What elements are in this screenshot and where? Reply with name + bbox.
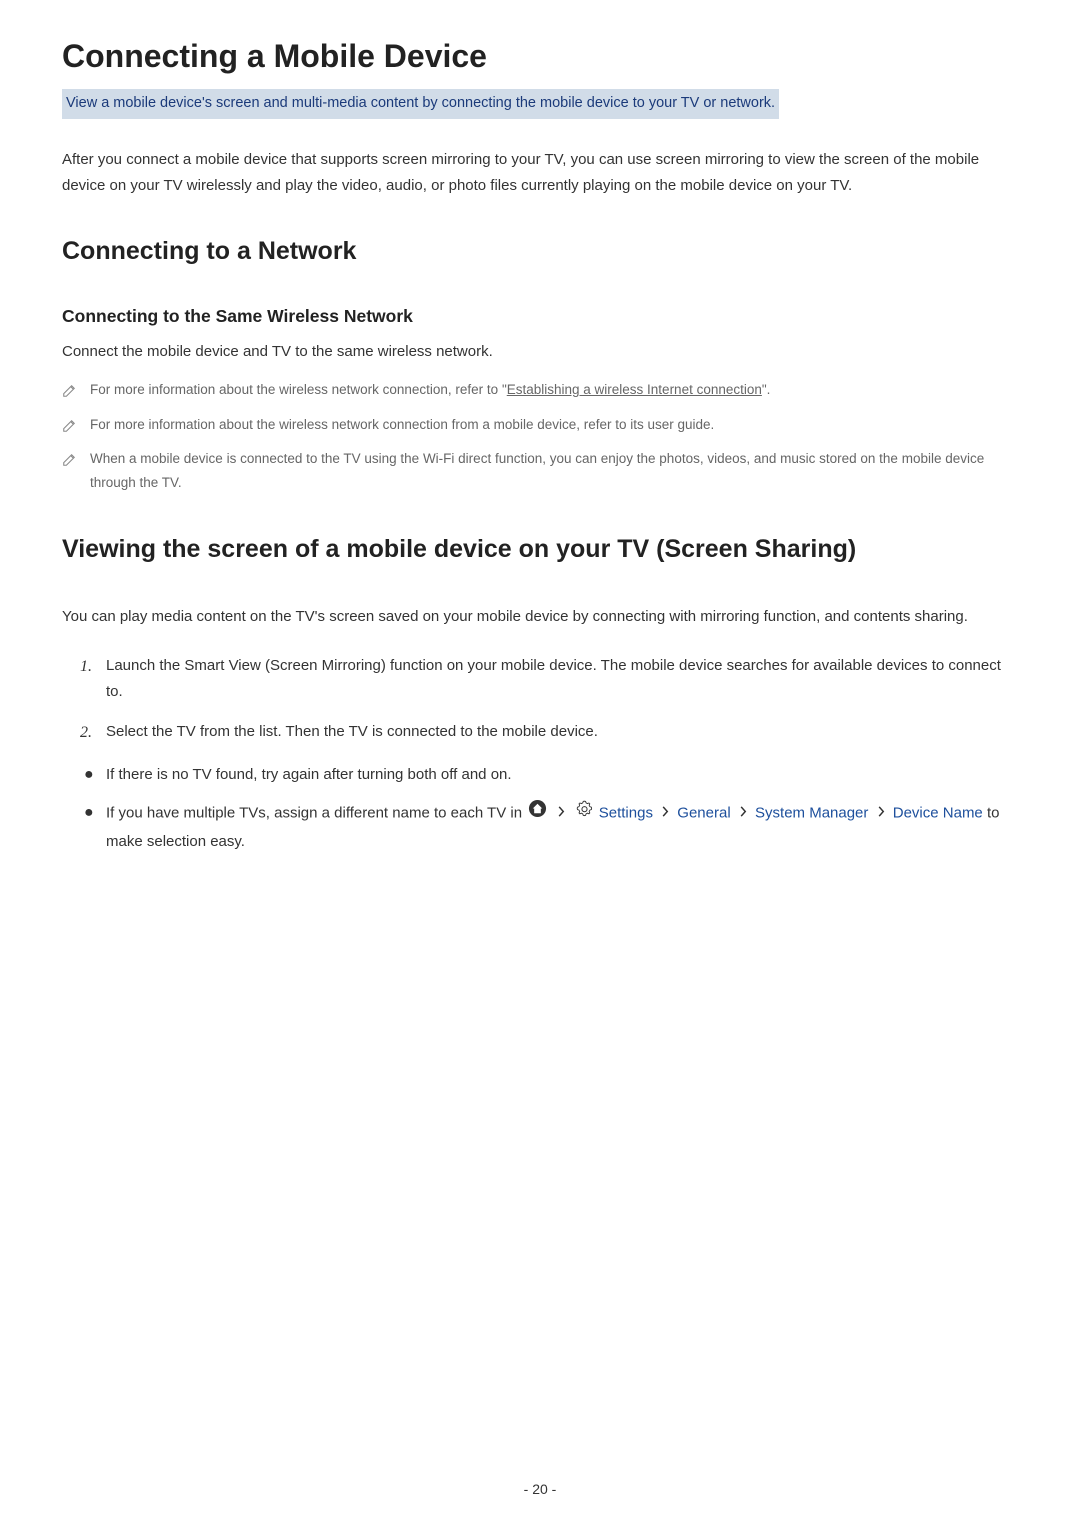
step-text: Select the TV from the list. Then the TV… xyxy=(106,719,1018,745)
note-item: For more information about the wireless … xyxy=(62,413,1018,437)
bullet-text: If there is no TV found, try again after… xyxy=(106,761,1018,789)
note-suffix: ". xyxy=(762,382,771,397)
step-text: Launch the Smart View (Screen Mirroring)… xyxy=(106,653,1018,706)
page-title: Connecting a Mobile Device xyxy=(62,38,1018,75)
screen-sharing-intro: You can play media content on the TV's s… xyxy=(62,604,1018,630)
bullet-item: ● If you have multiple TVs, assign a dif… xyxy=(84,799,1018,856)
bullet-prefix: If you have multiple TVs, assign a diffe… xyxy=(106,804,526,821)
page-subtitle: View a mobile device's screen and multi-… xyxy=(62,89,779,119)
step-item: 1. Launch the Smart View (Screen Mirrori… xyxy=(80,653,1018,706)
note-link[interactable]: Establishing a wireless Internet connect… xyxy=(507,382,762,397)
bullet-list: ● If there is no TV found, try again aft… xyxy=(62,761,1018,855)
section-subheading-wireless: Connecting to the Same Wireless Network xyxy=(62,306,1018,327)
note-item: When a mobile device is connected to the… xyxy=(62,447,1018,496)
bullet-item: ● If there is no TV found, try again aft… xyxy=(84,761,1018,789)
chevron-right-icon xyxy=(557,799,565,827)
note-text: For more information about the wireless … xyxy=(90,413,1018,437)
gear-icon xyxy=(576,799,593,827)
section-heading-screen-sharing: Viewing the screen of a mobile device on… xyxy=(62,535,1018,564)
nav-system-manager: System Manager xyxy=(755,804,868,821)
nav-device-name: Device Name xyxy=(893,804,983,821)
pencil-icon xyxy=(62,451,76,465)
note-item: For more information about the wireless … xyxy=(62,378,1018,402)
step-number: 2. xyxy=(80,719,106,747)
bullet-marker: ● xyxy=(84,799,106,826)
home-icon xyxy=(528,799,547,828)
intro-paragraph: After you connect a mobile device that s… xyxy=(62,147,1018,200)
section-subtext: Connect the mobile device and TV to the … xyxy=(62,343,1018,360)
bullet-text: If you have multiple TVs, assign a diffe… xyxy=(106,799,1018,856)
nav-settings: Settings xyxy=(599,804,653,821)
page-number: - 20 - xyxy=(0,1481,1080,1497)
pencil-icon xyxy=(62,417,76,431)
note-prefix: For more information about the wireless … xyxy=(90,382,507,397)
chevron-right-icon xyxy=(739,799,747,827)
steps-list: 1. Launch the Smart View (Screen Mirrori… xyxy=(62,653,1018,748)
note-text: For more information about the wireless … xyxy=(90,378,1018,402)
step-number: 1. xyxy=(80,653,106,681)
note-text: When a mobile device is connected to the… xyxy=(90,447,1018,496)
step-item: 2. Select the TV from the list. Then the… xyxy=(80,719,1018,747)
pencil-icon xyxy=(62,382,76,396)
chevron-right-icon xyxy=(661,799,669,827)
nav-general: General xyxy=(677,804,730,821)
note-list: For more information about the wireless … xyxy=(62,378,1018,495)
bullet-marker: ● xyxy=(84,761,106,788)
section-heading-network: Connecting to a Network xyxy=(62,237,1018,266)
chevron-right-icon xyxy=(877,799,885,827)
